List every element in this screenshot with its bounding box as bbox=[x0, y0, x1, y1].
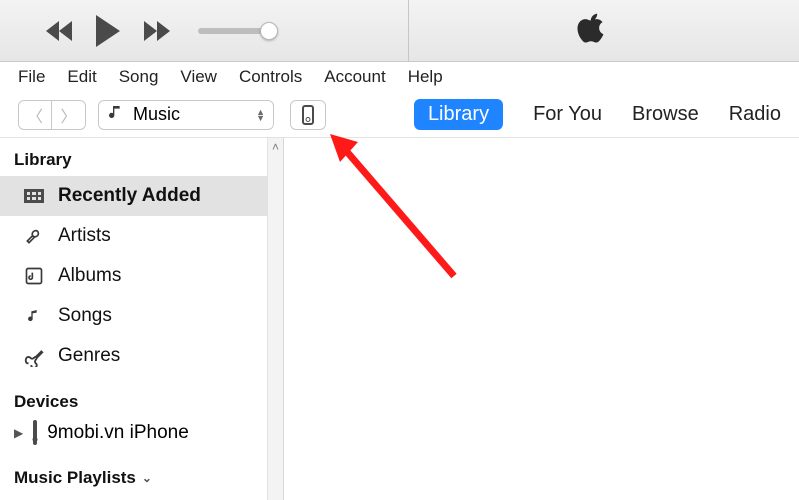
tab-for-you[interactable]: For You bbox=[533, 103, 602, 126]
sidebar-header-devices: Devices bbox=[0, 386, 283, 418]
menu-view[interactable]: View bbox=[180, 67, 217, 87]
toolbar: 〈 〉 Music ▲▼ Library For You Browse Radi… bbox=[0, 92, 799, 138]
nav-forward-button[interactable]: 〉 bbox=[52, 100, 86, 130]
sidebar-item-artists[interactable]: Artists bbox=[0, 216, 283, 256]
playlists-header-label: Music Playlists bbox=[14, 468, 136, 488]
content-area: ˄ Library Recently Added Artists Albums bbox=[0, 138, 799, 500]
scroll-up-icon: ˄ bbox=[272, 140, 279, 154]
grid-icon bbox=[22, 189, 46, 203]
sidebar-item-genres[interactable]: Genres bbox=[0, 336, 283, 376]
sidebar-item-label: Artists bbox=[58, 225, 111, 247]
tab-browse[interactable]: Browse bbox=[632, 103, 699, 126]
sidebar-item-label: Songs bbox=[58, 305, 112, 327]
phone-icon bbox=[302, 105, 314, 125]
sidebar-item-label: Albums bbox=[58, 265, 121, 287]
note-icon bbox=[22, 305, 46, 327]
tab-library[interactable]: Library bbox=[414, 99, 503, 130]
fastforward-button[interactable] bbox=[144, 21, 170, 41]
sidebar: ˄ Library Recently Added Artists Albums bbox=[0, 138, 284, 500]
sidebar-header-playlists[interactable]: Music Playlists ⌄ bbox=[0, 462, 283, 494]
chevron-down-icon: ⌄ bbox=[142, 471, 152, 485]
picker-updown-icon: ▲▼ bbox=[256, 109, 265, 121]
guitar-icon bbox=[22, 345, 46, 367]
menu-help[interactable]: Help bbox=[408, 67, 443, 87]
main-content-empty bbox=[284, 138, 799, 500]
microphone-icon bbox=[22, 225, 46, 247]
rewind-button[interactable] bbox=[46, 21, 72, 41]
menu-controls[interactable]: Controls bbox=[239, 67, 302, 87]
menu-edit[interactable]: Edit bbox=[67, 67, 96, 87]
play-button[interactable] bbox=[96, 15, 120, 47]
sidebar-device-row[interactable]: ▶ 9mobi.vn iPhone bbox=[0, 418, 283, 448]
sidebar-item-label: Genres bbox=[58, 345, 120, 367]
sidebar-scrollbar[interactable]: ˄ bbox=[267, 138, 283, 500]
phone-icon bbox=[33, 422, 37, 444]
menu-song[interactable]: Song bbox=[119, 67, 159, 87]
device-name-label: 9mobi.vn iPhone bbox=[47, 422, 189, 444]
nav-back-button[interactable]: 〈 bbox=[18, 100, 52, 130]
playback-controls bbox=[46, 15, 170, 47]
device-button[interactable] bbox=[290, 100, 326, 130]
volume-knob[interactable] bbox=[260, 22, 278, 40]
view-tabs: Library For You Browse Radio bbox=[414, 99, 781, 130]
titlebar-divider bbox=[408, 0, 409, 61]
media-picker-label: Music bbox=[133, 104, 180, 125]
media-picker[interactable]: Music ▲▼ bbox=[98, 100, 274, 130]
sidebar-item-albums[interactable]: Albums bbox=[0, 256, 283, 296]
sidebar-item-recently-added[interactable]: Recently Added bbox=[0, 176, 283, 216]
tab-radio[interactable]: Radio bbox=[729, 103, 781, 126]
apple-logo-icon bbox=[576, 10, 606, 55]
music-note-icon bbox=[107, 103, 123, 126]
menu-file[interactable]: File bbox=[18, 67, 45, 87]
sidebar-header-library: Library bbox=[0, 144, 283, 176]
sidebar-item-label: Recently Added bbox=[58, 185, 201, 207]
album-icon bbox=[22, 266, 46, 286]
player-titlebar bbox=[0, 0, 799, 62]
sidebar-item-songs[interactable]: Songs bbox=[0, 296, 283, 336]
history-nav: 〈 〉 bbox=[18, 100, 86, 130]
disclosure-triangle-icon[interactable]: ▶ bbox=[14, 426, 23, 440]
volume-slider[interactable] bbox=[198, 28, 270, 34]
menu-account[interactable]: Account bbox=[324, 67, 385, 87]
menu-bar: File Edit Song View Controls Account Hel… bbox=[0, 62, 799, 92]
